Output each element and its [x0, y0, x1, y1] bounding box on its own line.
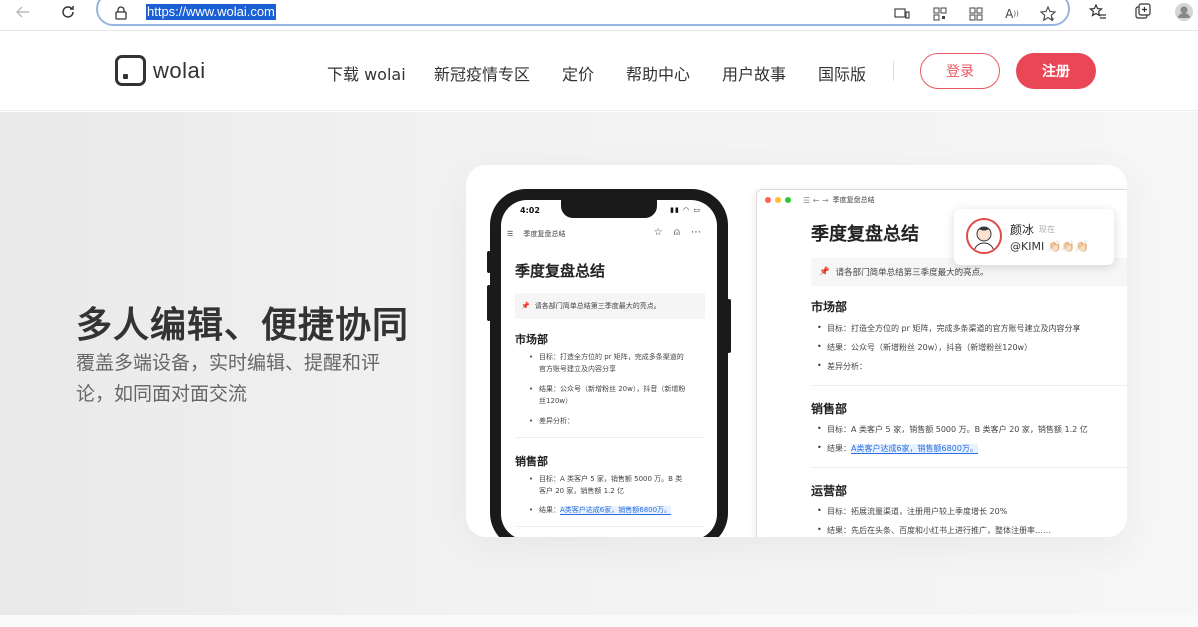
result-label: 结果： — [539, 506, 560, 514]
phone-callout: 📌 请各部门简单总结第三季度最大的亮点。 — [515, 293, 705, 319]
browser-toolbar: https://www.wolai.com A)) — [0, 0, 1198, 30]
collections-icon[interactable] — [1133, 2, 1153, 22]
divider — [515, 526, 705, 527]
phone-notch — [561, 200, 657, 218]
phone-side-button — [487, 251, 491, 273]
phone-mockup: 4:02 ▮▮ ◠ ▭ ☰ 季度复盘总结 ☆ ⍝ ⋯ 季度复盘总结 📌 请各部门… — [487, 189, 731, 537]
list-item: 结果：公众号（新增粉丝 20w），抖音（新增粉丝120w） — [529, 383, 689, 407]
divider — [811, 467, 1127, 468]
list-item: 结果：A类客户达成6家，销售额6800万。 — [529, 504, 689, 516]
desktop-doc-title: 季度复盘总结 — [811, 224, 919, 245]
logo-text: wolai — [153, 57, 206, 83]
result-label: 结果： — [827, 444, 851, 453]
qr-code-icon[interactable] — [932, 6, 948, 22]
highlighted-text: A类客户达成6家，销售额6800万。 — [851, 444, 978, 454]
section-heading: 销售部 — [515, 455, 548, 468]
section-heading: 销售部 — [811, 402, 848, 416]
list-item: 目标：打造全方位的 pr 矩阵，完成多条渠道的官方账号建立及内容分享 — [817, 323, 1080, 334]
phone-side-button — [727, 299, 731, 353]
window-nav-icons: ☰ ← → — [803, 195, 829, 205]
maximize-dot — [785, 197, 791, 203]
divider — [515, 437, 705, 438]
menu-icon[interactable]: ☰ — [507, 230, 513, 238]
device-icon[interactable] — [894, 6, 910, 22]
phone-breadcrumb: 季度复盘总结 — [523, 230, 566, 238]
lock-icon[interactable] — [115, 5, 127, 24]
section-heading: 市场部 — [515, 333, 548, 346]
avatar — [966, 218, 1002, 254]
list-item: 目标：A 类客户 5 家，销售额 5000 万。B 类客户 20 家，销售额 1… — [529, 473, 689, 497]
signup-button[interactable]: 注册 — [1016, 53, 1096, 89]
comment-message: @KIMI 👏🏻👏🏻👏🏻 — [1010, 240, 1089, 253]
callout-text: 请各部门简单总结第三季度最大的亮点。 — [534, 302, 661, 310]
phone-screen: 4:02 ▮▮ ◠ ▭ ☰ 季度复盘总结 ☆ ⍝ ⋯ 季度复盘总结 📌 请各部门… — [501, 200, 717, 537]
hero-section: 多人编辑、便捷协同 覆盖多端设备，实时编辑、提醒和评论，如同面对面交流 ☰ ← … — [0, 112, 1198, 627]
section-bottom-edge — [0, 615, 1198, 627]
section-heading: 运营部 — [811, 484, 848, 498]
nav-help[interactable]: 帮助中心 — [626, 61, 690, 85]
url-text[interactable]: https://www.wolai.com — [146, 4, 276, 20]
logo[interactable]: wolai — [115, 55, 206, 86]
apps-icon[interactable] — [968, 6, 984, 22]
profile-icon[interactable] — [1174, 2, 1194, 22]
list-item: 目标：A 类客户 5 家，销售额 5000 万。B 类客户 20 家，销售额 1… — [817, 424, 1088, 435]
nav-covid[interactable]: 新冠疫情专区 — [434, 61, 530, 85]
nav-pricing[interactable]: 定价 — [562, 61, 594, 85]
nav-international[interactable]: 国际版 — [818, 61, 866, 85]
desktop-titlebar: ☰ ← → 季度复盘总结 — [757, 190, 1127, 210]
favorites-icon[interactable] — [1088, 2, 1108, 22]
desktop-breadcrumb: 季度复盘总结 — [832, 196, 875, 204]
close-dot — [765, 197, 771, 203]
phone-side-button — [487, 285, 491, 321]
list-item: 目标：打造全方位的 pr 矩阵，完成多条渠道的官方账号建立及内容分享 — [529, 351, 689, 375]
nav-stories[interactable]: 用户故事 — [722, 61, 786, 85]
status-icons: ▮▮ ◠ ▭ — [670, 206, 701, 214]
back-arrow-icon[interactable] — [13, 2, 33, 22]
product-preview-card: ☰ ← → 季度复盘总结 季度复盘总结 📌 请各部门简单总结第三季度最大的亮点。… — [466, 165, 1127, 537]
pin-icon: 📌 — [819, 267, 830, 277]
phone-action-icons[interactable]: ☆ ⍝ ⋯ — [654, 227, 705, 238]
hero-subtitle: 覆盖多端设备，实时编辑、提醒和评论，如同面对面交流 — [76, 352, 381, 405]
add-favorite-icon[interactable] — [1040, 6, 1056, 22]
section-heading: 市场部 — [811, 300, 848, 314]
logo-icon — [115, 55, 146, 86]
pin-icon: 📌 — [521, 302, 530, 310]
callout-text: 请各部门简单总结第三季度最大的亮点。 — [835, 268, 989, 278]
phone-doc-title: 季度复盘总结 — [515, 262, 606, 280]
phone-toolbar: ☰ 季度复盘总结 ☆ ⍝ ⋯ — [507, 227, 713, 239]
list-item: 差异分析： — [529, 415, 689, 427]
list-item: 结果：先后在头条、百度和小红书上进行推广，整体注册率…… — [817, 525, 1051, 536]
list-item: 差异分析： — [817, 361, 867, 372]
status-time: 4:02 — [520, 206, 540, 215]
nav-download[interactable]: 下载 wolai — [327, 61, 406, 85]
comment-author: 颜冰 — [1010, 223, 1035, 237]
list-item: 结果：公众号（新增粉丝 20w），抖音（新增粉丝120w） — [817, 342, 1032, 353]
list-item: 目标：拓展流量渠道，注册用户较上季度增长 20% — [817, 506, 1007, 517]
highlighted-text: A类客户达成6家，销售额6800万。 — [560, 506, 672, 515]
login-button[interactable]: 登录 — [920, 53, 1000, 89]
address-bar[interactable]: https://www.wolai.com A)) — [96, 0, 1070, 26]
divider — [811, 385, 1127, 386]
site-header: wolai 下载 wolai 新冠疫情专区 定价 帮助中心 用户故事 国际版 登… — [0, 31, 1198, 111]
comment-popup: 颜冰 现在 @KIMI 👏🏻👏🏻👏🏻 — [954, 209, 1114, 265]
hero-title: 多人编辑、便捷协同 — [76, 305, 410, 346]
comment-time: 现在 — [1039, 225, 1055, 234]
nav-divider — [893, 61, 894, 81]
read-aloud-icon[interactable]: A)) — [1004, 6, 1020, 22]
minimize-dot — [775, 197, 781, 203]
refresh-icon[interactable] — [58, 2, 78, 22]
list-item: 结果：A类客户达成6家，销售额6800万。 — [817, 443, 978, 454]
